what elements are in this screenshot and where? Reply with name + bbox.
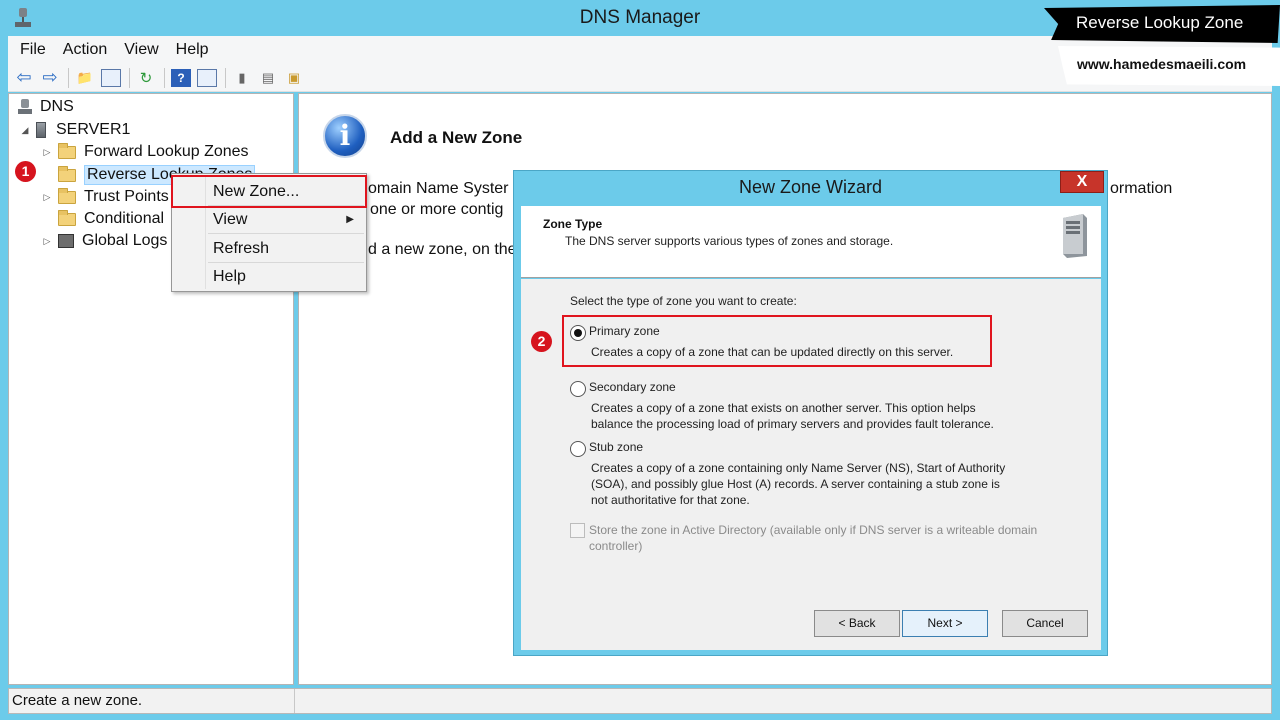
menu-file[interactable]: File [20, 41, 46, 59]
wizard-title: New Zone Wizard [738, 177, 883, 197]
server-tower-icon [1063, 214, 1087, 258]
back-button[interactable]: < Back [814, 610, 900, 637]
zone-type-prompt: Select the type of zone you want to crea… [570, 294, 797, 308]
folder-icon [58, 142, 76, 159]
watermark-title: Reverse Lookup Zone [1076, 13, 1244, 32]
primary-zone-highlight-box [562, 315, 992, 367]
list-icon[interactable]: ▤ [258, 69, 278, 87]
refresh-icon[interactable]: ↻ [136, 69, 156, 87]
server-icon [36, 122, 46, 138]
menu-item-refresh[interactable]: Refresh [213, 240, 269, 258]
step-one-badge: 1 [15, 161, 36, 182]
properties-icon[interactable] [197, 68, 217, 87]
menu-separator [208, 233, 364, 234]
back-arrow-icon[interactable]: ⇦ [14, 67, 34, 87]
tree-item-forward-lookup-zones[interactable]: ▷ Forward Lookup Zones [42, 142, 249, 161]
tree-label-conditional: Conditional [84, 210, 165, 227]
tree-item-conditional[interactable]: Conditional [42, 209, 165, 228]
folder-icon [58, 209, 76, 226]
secondary-zone-radio[interactable] [570, 381, 586, 397]
watermark-site: www.hamedesmaeili.com [1077, 56, 1247, 72]
secondary-zone-description-1: Creates a copy of a zone that exists on … [591, 401, 976, 415]
expand-arrow-icon[interactable]: ▷ [42, 192, 52, 203]
right-pane-text-3: d a new zone, on the [368, 241, 517, 258]
status-text: Create a new zone. [9, 689, 295, 713]
tree-label-trust: Trust Points [84, 188, 169, 205]
right-pane-text-1: omain Name Syster [368, 180, 509, 197]
stub-zone-description-3: not authoritative for that zone. [591, 493, 750, 507]
menu-item-view[interactable]: View [213, 211, 247, 229]
show-hide-console-tree-icon[interactable] [101, 68, 121, 87]
collapse-arrow-icon[interactable]: ◢ [20, 125, 30, 136]
wizard-header: Zone Type The DNS server supports variou… [521, 206, 1101, 278]
tree-item-trust-points[interactable]: ▷ Trust Points [42, 187, 169, 206]
close-button[interactable]: X [1060, 171, 1104, 193]
status-bar: Create a new zone. [8, 688, 1272, 714]
folder-icon [58, 165, 76, 182]
toolbar-separator [68, 67, 69, 88]
tree-label-forward: Forward Lookup Zones [84, 143, 249, 160]
right-pane-text-right: ormation [1110, 180, 1173, 197]
tree-label-server1: SERVER1 [56, 121, 131, 138]
secondary-zone-label[interactable]: Secondary zone [589, 379, 676, 395]
up-folder-icon[interactable]: 📁 [75, 69, 95, 87]
expand-arrow-icon[interactable]: ▷ [42, 147, 52, 158]
step-two-badge: 2 [531, 331, 552, 352]
wizard-header-title: Zone Type [543, 217, 603, 231]
add-zone-title: Add a New Zone [390, 128, 523, 147]
wizard-header-subtitle: The DNS server supports various types of… [565, 234, 894, 248]
dns-icon [18, 99, 32, 115]
toolbar-separator [164, 67, 165, 88]
server-icon[interactable]: ▮ [232, 69, 252, 87]
help-icon[interactable]: ? [171, 68, 191, 87]
tree-item-server1[interactable]: ◢ SERVER1 [20, 121, 130, 139]
info-icon: i [323, 114, 367, 158]
stub-zone-description-2: (SOA), and possibly glue Host (A) record… [591, 477, 1000, 491]
menu-action[interactable]: Action [63, 41, 107, 59]
stub-zone-description-1: Creates a copy of a zone containing only… [591, 461, 1006, 475]
expand-arrow-icon[interactable]: ▷ [42, 236, 52, 247]
store-in-ad-label-1: Store the zone in Active Directory (avai… [589, 523, 1038, 537]
menu-help[interactable]: Help [176, 41, 209, 59]
store-in-ad-checkbox [570, 523, 585, 538]
submenu-arrow-icon: ▶ [346, 214, 354, 225]
cancel-button[interactable]: Cancel [1002, 610, 1088, 637]
new-zone-highlight-box [171, 175, 367, 208]
forward-arrow-icon[interactable]: ⇨ [40, 67, 60, 87]
secondary-zone-description-2: balance the processing load of primary s… [591, 417, 994, 431]
tree-label-dns: DNS [40, 98, 74, 115]
menu-view[interactable]: View [124, 41, 158, 59]
stub-zone-label[interactable]: Stub zone [589, 439, 643, 455]
tree-item-global-logs[interactable]: ▷ Global Logs [42, 232, 168, 250]
right-pane-text-2: one or more contig [370, 201, 504, 218]
log-icon [58, 234, 74, 248]
toolbar-separator [225, 67, 226, 88]
toolbar-separator [129, 67, 130, 88]
tree-item-dns[interactable]: DNS [18, 98, 74, 116]
stub-zone-radio[interactable] [570, 441, 586, 457]
folder-icon [58, 187, 76, 204]
records-icon[interactable]: ▣ [284, 69, 304, 87]
store-in-ad-label-2: controller) [589, 539, 643, 553]
menu-item-help[interactable]: Help [213, 268, 246, 286]
tree-label-global-logs: Global Logs [82, 232, 168, 249]
next-button[interactable]: Next > [902, 610, 988, 637]
menu-separator [208, 262, 364, 263]
